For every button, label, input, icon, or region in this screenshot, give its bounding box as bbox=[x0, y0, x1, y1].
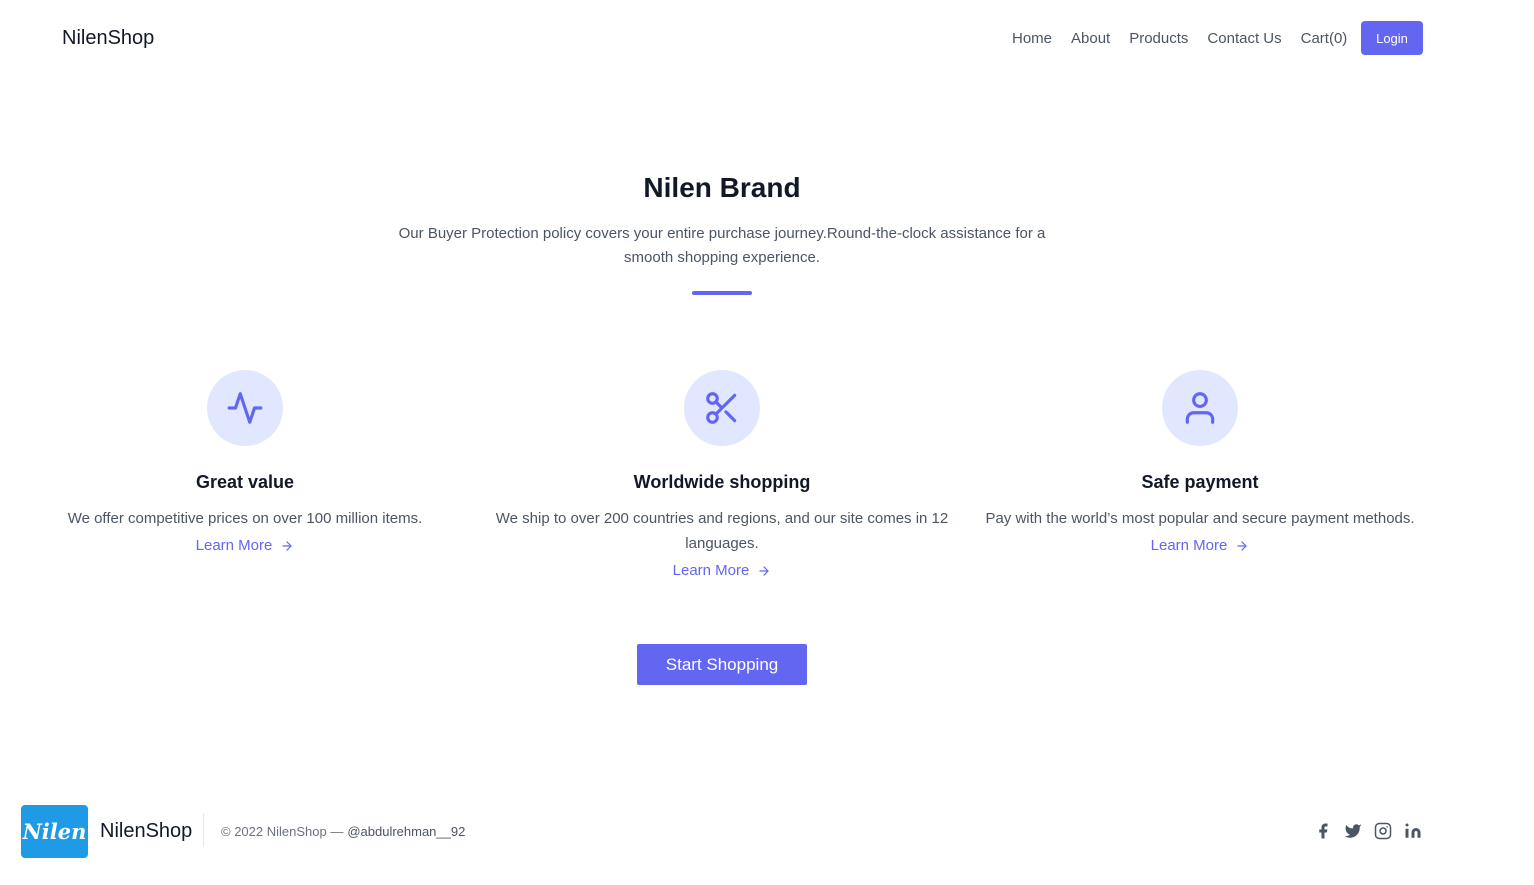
hero-title: Nilen Brand bbox=[643, 172, 801, 203]
feature-great-value: Great value We offer competitive prices … bbox=[15, 370, 475, 555]
site-header: NilenShop Home About Products Contact Us… bbox=[0, 0, 1534, 78]
copyright-text: © 2022 NilenShop — bbox=[221, 824, 344, 839]
footer-logo[interactable]: Nilen bbox=[21, 805, 88, 858]
author-handle-link[interactable]: @abdulrehman__92 bbox=[347, 824, 465, 839]
arrow-right-icon bbox=[759, 565, 770, 576]
arrow-right-icon bbox=[282, 540, 293, 551]
brand-logo-text[interactable]: NilenShop bbox=[62, 27, 154, 50]
footer-divider bbox=[203, 813, 204, 847]
learn-more-label: Learn More bbox=[672, 562, 750, 579]
learn-more-link[interactable]: Learn More bbox=[1151, 537, 1250, 554]
login-button[interactable]: Login bbox=[1361, 21, 1423, 55]
feature-title: Worldwide shopping bbox=[633, 472, 811, 492]
feature-description: We ship to over 200 countries and region… bbox=[495, 510, 949, 552]
social-links bbox=[1313, 821, 1423, 841]
feature-safe-payment: Safe payment Pay with the world’s most p… bbox=[970, 370, 1430, 555]
nav-products[interactable]: Products bbox=[1129, 30, 1188, 47]
user-icon bbox=[1162, 370, 1238, 446]
footer-copyright: © 2022 NilenShop — @abdulrehman__92 bbox=[221, 824, 465, 839]
activity-icon bbox=[207, 370, 283, 446]
scissors-icon bbox=[684, 370, 760, 446]
facebook-icon[interactable] bbox=[1313, 821, 1333, 841]
footer-logo-text: Nilen bbox=[22, 819, 87, 844]
learn-more-label: Learn More bbox=[195, 537, 273, 554]
learn-more-link[interactable]: Learn More bbox=[196, 537, 295, 554]
nav-home[interactable]: Home bbox=[1012, 30, 1052, 47]
footer-brand[interactable]: NilenShop bbox=[100, 820, 192, 843]
feature-description: We offer competitive prices on over 100 … bbox=[67, 510, 423, 527]
nav-about[interactable]: About bbox=[1071, 30, 1110, 47]
hero-subtitle: Our Buyer Protection policy covers your … bbox=[398, 225, 1046, 266]
arrow-right-icon bbox=[1237, 540, 1248, 551]
feature-title: Great value bbox=[195, 472, 295, 492]
linkedin-icon[interactable] bbox=[1403, 821, 1423, 841]
learn-more-link[interactable]: Learn More bbox=[673, 562, 772, 579]
hero-divider bbox=[692, 291, 752, 295]
twitter-icon[interactable] bbox=[1343, 821, 1363, 841]
main-nav: Home About Products Contact Us Cart(0) bbox=[1012, 30, 1366, 47]
site-footer: Nilen NilenShop © 2022 NilenShop — @abdul… bbox=[0, 795, 1534, 867]
feature-title: Safe payment bbox=[1141, 472, 1259, 492]
nav-cart[interactable]: Cart(0) bbox=[1301, 30, 1348, 47]
learn-more-label: Learn More bbox=[1150, 537, 1228, 554]
instagram-icon[interactable] bbox=[1373, 821, 1393, 841]
feature-worldwide-shopping: Worldwide shopping We ship to over 200 c… bbox=[492, 370, 952, 580]
feature-description: Pay with the world’s most popular and se… bbox=[985, 510, 1415, 527]
start-shopping-button[interactable]: Start Shopping bbox=[637, 644, 807, 685]
nav-contact[interactable]: Contact Us bbox=[1207, 30, 1281, 47]
